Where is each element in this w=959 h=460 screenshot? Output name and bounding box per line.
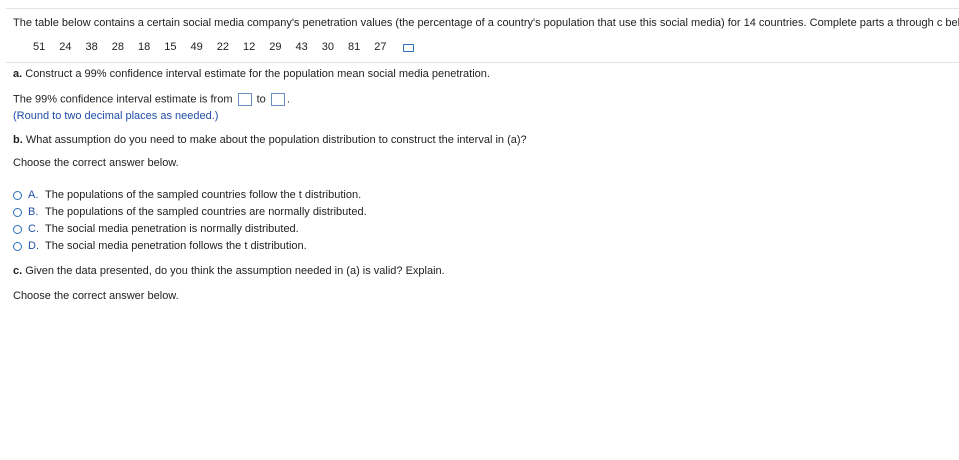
section-divider xyxy=(6,62,959,63)
option-letter: D. xyxy=(28,240,39,252)
part-c-choose: Choose the correct answer below. xyxy=(13,290,179,302)
data-value: 49 xyxy=(190,41,203,53)
radio-button[interactable] xyxy=(13,241,22,251)
radio-button[interactable] xyxy=(13,190,22,200)
top-divider xyxy=(6,8,959,9)
option-letter: C. xyxy=(28,223,39,235)
data-value: 30 xyxy=(321,41,334,53)
answer-prefix: The 99% confidence interval estimate is … xyxy=(13,93,233,106)
data-value: 12 xyxy=(243,41,256,53)
data-value: 18 xyxy=(138,41,151,53)
data-value: 81 xyxy=(348,41,361,53)
data-value: 27 xyxy=(374,41,387,53)
radio-button[interactable] xyxy=(13,224,22,234)
option-c[interactable]: C. The social media penetration is norma… xyxy=(13,223,299,235)
rounding-hint: (Round to two decimal places as needed.) xyxy=(13,110,219,122)
data-values-row: 51 24 38 28 18 15 49 22 12 29 43 30 81 2… xyxy=(33,41,414,53)
data-value: 22 xyxy=(216,41,229,53)
part-c-text: Given the data presented, do you think t… xyxy=(22,265,445,277)
radio-button[interactable] xyxy=(13,207,22,217)
part-a-prompt: a. Construct a 99% confidence interval e… xyxy=(13,68,490,80)
part-b-choose: Choose the correct answer below. xyxy=(13,157,179,169)
data-value: 29 xyxy=(269,41,282,53)
option-text: The populations of the sampled countries… xyxy=(45,189,362,201)
data-value: 43 xyxy=(295,41,308,53)
option-a[interactable]: A. The populations of the sampled countr… xyxy=(13,189,361,201)
option-letter: A. xyxy=(28,189,39,201)
part-a-label: a. xyxy=(13,68,23,80)
part-c-prompt: c. Given the data presented, do you thin… xyxy=(13,265,445,277)
data-value: 15 xyxy=(164,41,177,53)
part-b-text: What assumption do you need to make abou… xyxy=(22,134,527,146)
option-text: The populations of the sampled countries… xyxy=(45,206,367,218)
lower-bound-input[interactable] xyxy=(237,93,252,106)
data-value: 24 xyxy=(59,41,72,53)
part-b-prompt: b. What assumption do you need to make a… xyxy=(13,134,527,146)
option-letter: B. xyxy=(28,206,39,218)
upper-bound-input[interactable] xyxy=(270,93,285,106)
data-table-icon[interactable] xyxy=(402,44,414,52)
option-text: The social media penetration is normally… xyxy=(45,223,299,235)
option-text: The social media penetration follows the… xyxy=(45,240,307,252)
part-b-label: b. xyxy=(13,134,23,146)
problem-intro: The table below contains a certain socia… xyxy=(13,17,959,29)
option-d[interactable]: D. The social media penetration follows … xyxy=(13,240,307,252)
part-a-answer-line: The 99% confidence interval estimate is … xyxy=(13,93,290,106)
answer-suffix: . xyxy=(286,93,290,106)
option-b[interactable]: B. The populations of the sampled countr… xyxy=(13,206,367,218)
data-value: 38 xyxy=(85,41,98,53)
answer-middle: to xyxy=(256,93,266,106)
part-a-text: Construct a 99% confidence interval esti… xyxy=(22,68,490,80)
data-value: 51 xyxy=(33,41,46,53)
part-c-label: c. xyxy=(13,265,23,277)
data-value: 28 xyxy=(111,41,124,53)
